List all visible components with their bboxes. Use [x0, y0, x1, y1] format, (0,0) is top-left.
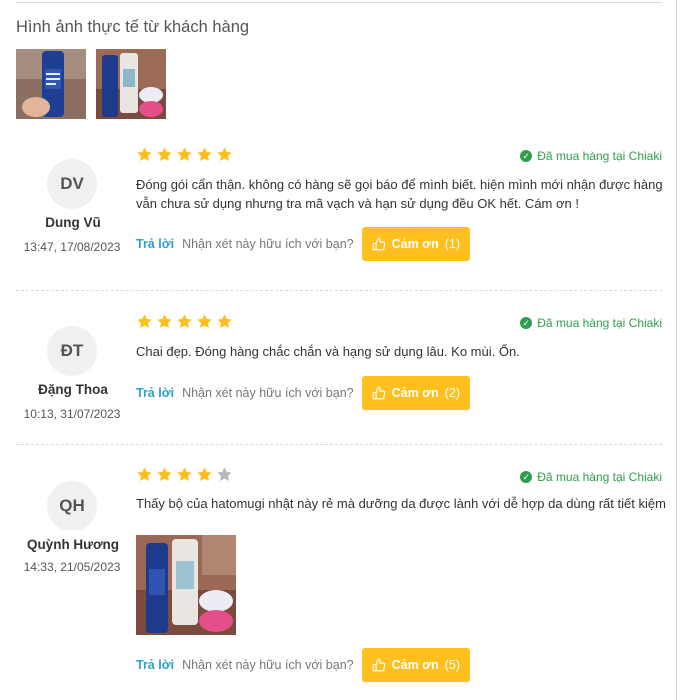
review-photo[interactable] [136, 535, 236, 635]
reply-link[interactable]: Trả lời [136, 237, 174, 251]
thumbs-up-icon [372, 237, 385, 251]
thanks-button[interactable]: Cảm ơn (2) [361, 376, 470, 410]
top-divider [16, 2, 662, 3]
reviewer-name: Đặng Thoa [38, 382, 108, 397]
check-icon: ✓ [520, 317, 533, 329]
review-text: Chai đẹp. Đóng hàng chắc chắn và hạng sử… [136, 344, 520, 359]
review-item: QH Quỳnh Hương 14:33, 21/05/2023 ✓ Đã mu… [16, 466, 666, 686]
star-filled-icon [217, 314, 232, 328]
customer-photos-title: Hình ảnh thực tế từ khách hàng [16, 18, 250, 36]
reviewer-name: Quỳnh Hương [26, 537, 120, 552]
star-filled-icon [177, 467, 192, 481]
review-item: ĐT Đặng Thoa 10:13, 31/07/2023 ✓ Đã mua … [16, 313, 662, 423]
star-filled-icon [197, 147, 212, 161]
review-date: 13:47, 17/08/2023 [23, 240, 121, 254]
rating-stars [136, 466, 233, 483]
reviewer-name: Dung Vũ [45, 215, 101, 230]
useful-question: Nhận xét này hữu ích với bạn? [182, 386, 354, 400]
avatar: ĐT [47, 326, 97, 376]
review-date: 10:13, 31/07/2023 [23, 407, 121, 421]
avatar: QH [47, 481, 97, 531]
star-filled-icon [197, 314, 212, 328]
star-filled-icon [157, 147, 172, 161]
star-filled-icon [217, 147, 232, 161]
star-filled-icon [157, 467, 172, 481]
thumbs-up-icon [372, 386, 385, 400]
thanks-label: Cảm ơn [391, 237, 439, 251]
review-item: DV Dung Vũ 13:47, 17/08/2023 ✓ Đã mua hà… [16, 146, 663, 266]
panel-edge [676, 0, 677, 700]
verified-purchase-badge: ✓ Đã mua hàng tại Chiaki [520, 149, 662, 163]
thanks-label: Cảm ơn [391, 386, 439, 400]
thanks-button[interactable]: Cảm ơn (1) [361, 227, 470, 261]
star-empty-icon [217, 467, 232, 481]
thumbs-up-icon [372, 658, 385, 672]
thanks-label: Cảm ơn [391, 658, 439, 672]
review-text: Đóng gói cẩn thận. không có hàng sẽ gọi … [136, 177, 663, 211]
verified-purchase-label: Đã mua hàng tại Chiaki [537, 470, 662, 484]
star-filled-icon [157, 314, 172, 328]
check-icon: ✓ [520, 150, 533, 162]
thanks-button[interactable]: Cảm ơn (5) [361, 648, 470, 682]
rating-stars [136, 313, 233, 330]
rating-stars [136, 146, 233, 163]
review-date: 14:33, 21/05/2023 [23, 560, 121, 574]
review-actions: Trả lời Nhận xét này hữu ích với bạn? Cả… [136, 648, 470, 682]
reply-link[interactable]: Trả lời [136, 658, 174, 672]
verified-purchase-badge: ✓ Đã mua hàng tại Chiaki [520, 316, 662, 330]
verified-purchase-badge: ✓ Đã mua hàng tại Chiaki [520, 470, 662, 484]
review-divider [16, 444, 662, 446]
avatar: DV [47, 159, 97, 209]
useful-question: Nhận xét này hữu ích với bạn? [182, 237, 354, 251]
thanks-count: (1) [444, 237, 460, 251]
thanks-count: (5) [444, 658, 460, 672]
review-divider [16, 290, 662, 292]
customer-photo-thumbnail[interactable] [96, 49, 166, 119]
star-filled-icon [137, 467, 152, 481]
verified-purchase-label: Đã mua hàng tại Chiaki [537, 149, 662, 163]
star-filled-icon [177, 147, 192, 161]
review-text: Thấy bộ của hatomugi nhật này rẻ mà dưỡn… [136, 496, 666, 511]
thanks-count: (2) [444, 386, 460, 400]
useful-question: Nhận xét này hữu ích với bạn? [182, 658, 354, 672]
check-icon: ✓ [520, 471, 533, 483]
star-filled-icon [137, 314, 152, 328]
verified-purchase-label: Đã mua hàng tại Chiaki [537, 316, 662, 330]
customer-photo-thumbnail[interactable] [16, 49, 86, 119]
star-filled-icon [197, 467, 212, 481]
star-filled-icon [137, 147, 152, 161]
star-filled-icon [177, 314, 192, 328]
reply-link[interactable]: Trả lời [136, 386, 174, 400]
review-actions: Trả lời Nhận xét này hữu ích với bạn? Cả… [136, 227, 470, 261]
review-actions: Trả lời Nhận xét này hữu ích với bạn? Cả… [136, 376, 470, 410]
